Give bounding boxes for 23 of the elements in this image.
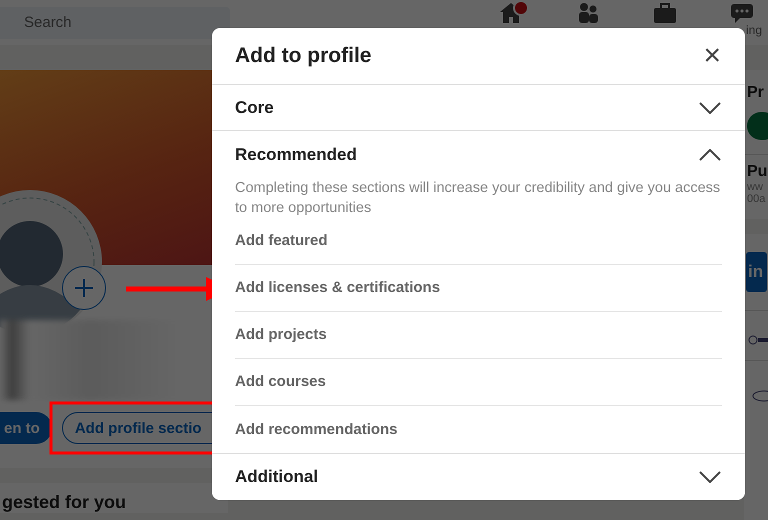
chevron-down-icon <box>699 470 721 483</box>
chevron-up-icon <box>699 148 721 161</box>
menu-item[interactable]: Add courses <box>235 358 722 406</box>
chevron-down-icon <box>699 102 721 114</box>
search-field[interactable]: Search <box>0 6 230 38</box>
people-icon[interactable] <box>577 2 599 24</box>
menu-item[interactable]: Add licenses & certifications <box>235 264 722 312</box>
chat-icon[interactable] <box>730 2 754 24</box>
nav-label: ing <box>746 24 762 37</box>
pill-button[interactable] <box>747 112 768 140</box>
menu-item[interactable]: Add featured <box>235 218 722 265</box>
card-heading: Pr <box>746 84 765 102</box>
dialog-title: Add to profile <box>235 44 372 68</box>
menu-item[interactable]: Add projects <box>235 312 722 359</box>
logo: in <box>746 252 767 292</box>
logo-icon <box>748 333 768 347</box>
close-button[interactable]: × <box>699 41 725 72</box>
section-description: Completing these sections will increase your credibility and give you access to more opportunities <box>235 178 722 218</box>
card-heading: Pu <box>746 163 768 181</box>
plus-icon <box>74 278 94 298</box>
menu-item[interactable]: Add recommendations <box>235 406 722 453</box>
briefcase-icon[interactable] <box>653 2 677 24</box>
section-heading: gested for you <box>2 491 128 513</box>
